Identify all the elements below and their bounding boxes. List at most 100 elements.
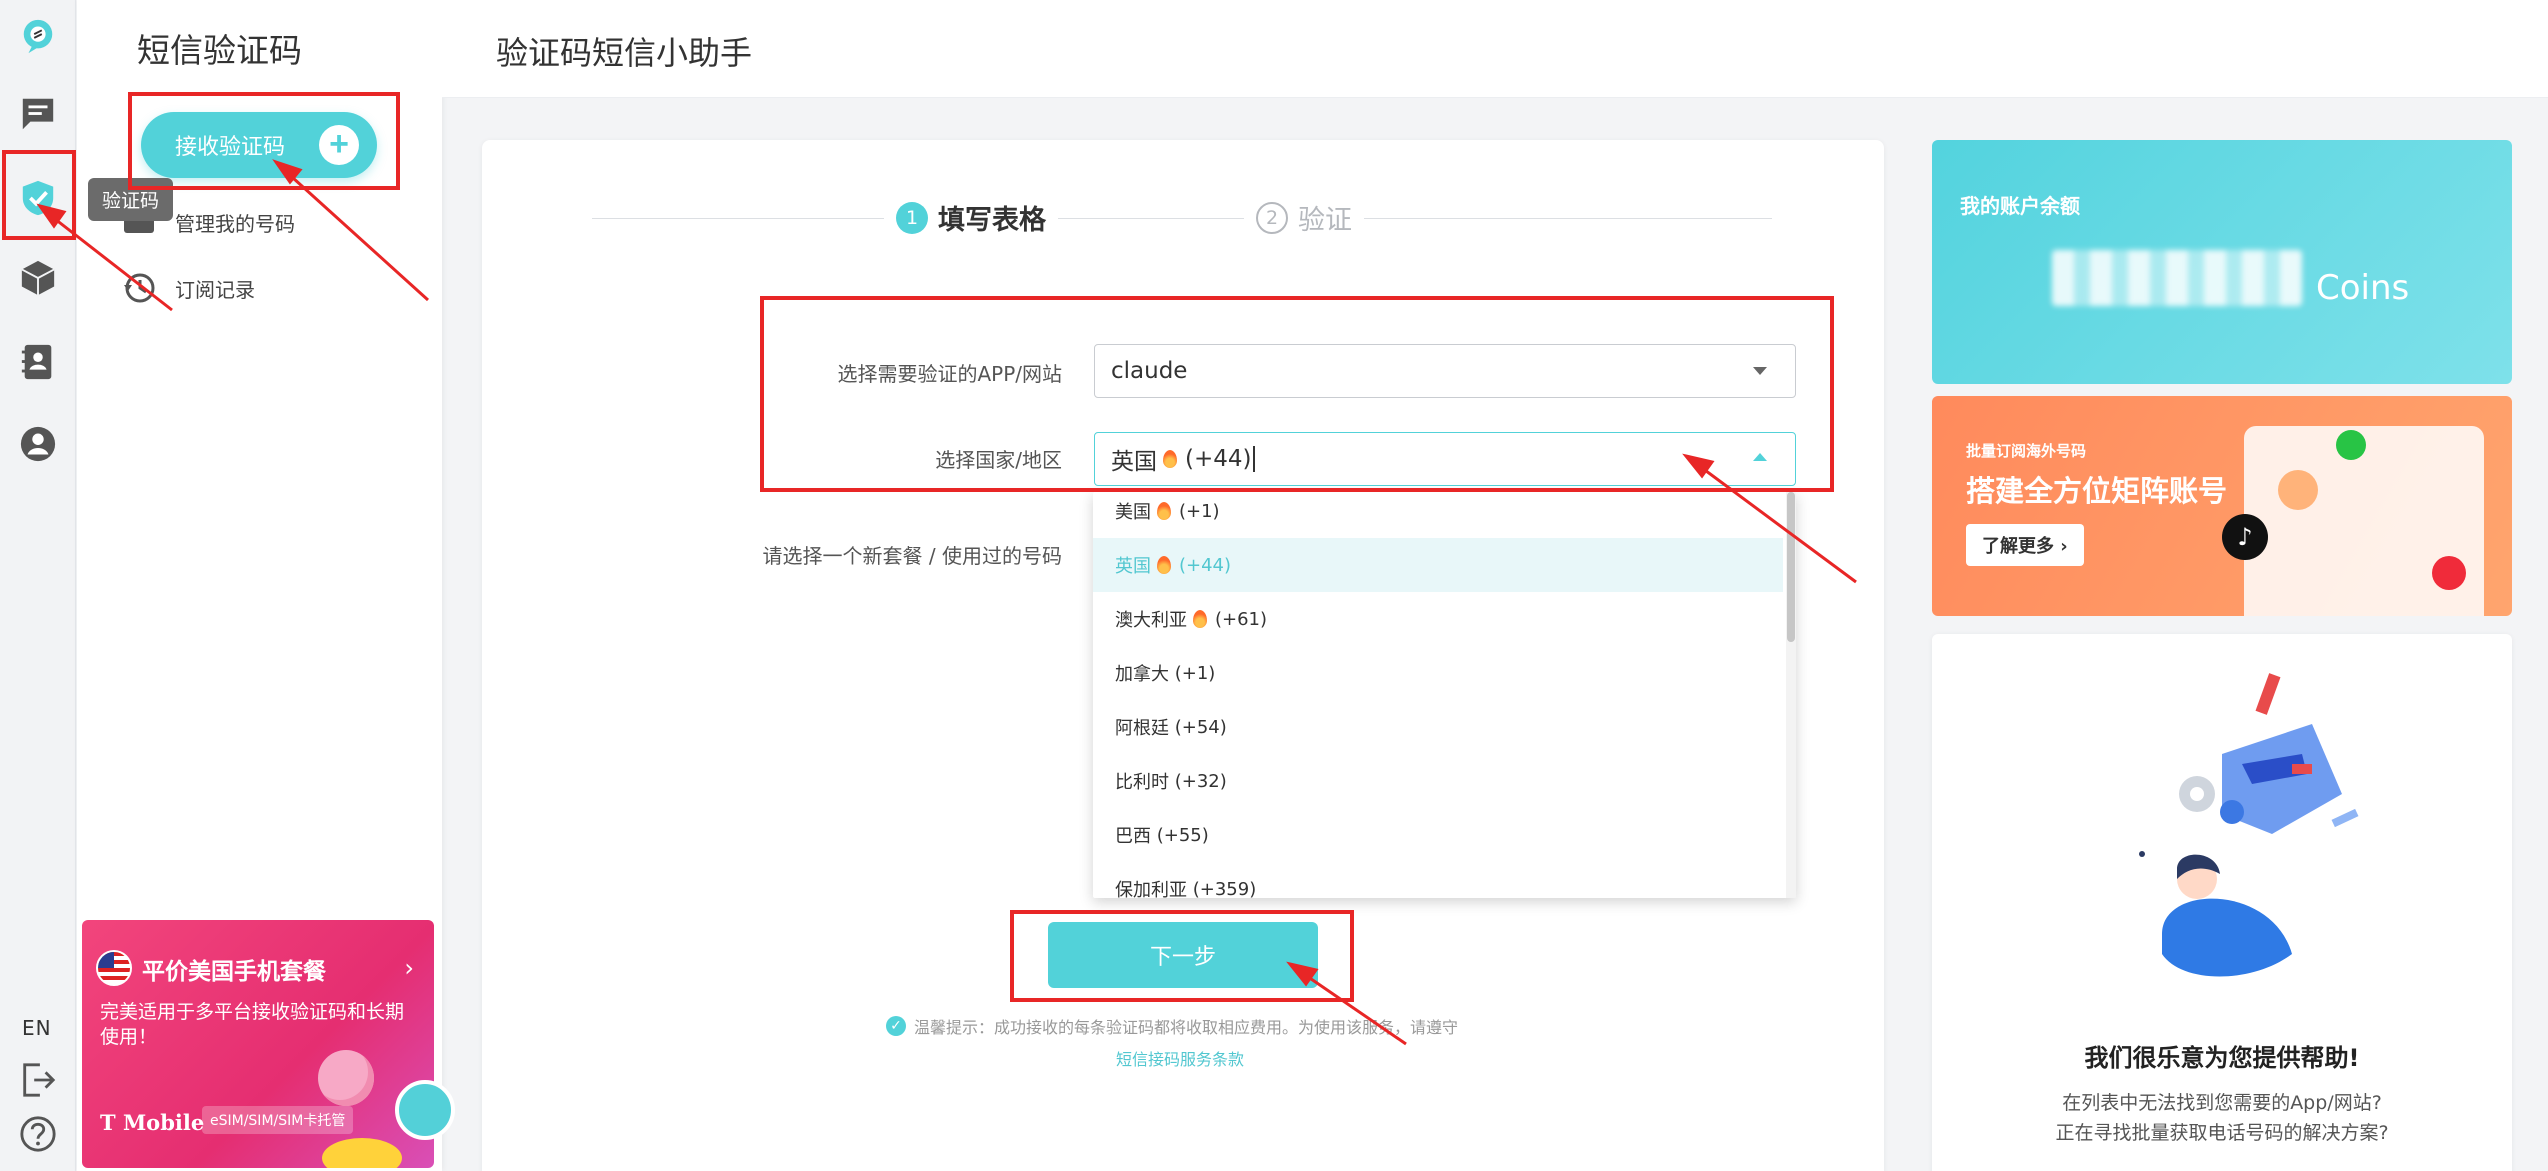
contacts-icon[interactable] xyxy=(18,342,58,382)
plan-label: 请选择一个新套餐 / 使用过的号码 xyxy=(762,544,1062,568)
logout-icon[interactable] xyxy=(18,1060,58,1100)
dropdown-option[interactable]: 巴西 (+55) xyxy=(1093,808,1783,862)
language-switch[interactable]: EN xyxy=(22,1016,52,1040)
xiaohongshu-icon xyxy=(2432,556,2466,590)
sidebar-title: 短信验证码 xyxy=(137,31,302,70)
icon-rail: EN xyxy=(0,0,76,1171)
step-label: 验证 xyxy=(1298,205,1352,236)
page-header: 验证码短信小助手 xyxy=(442,0,2548,98)
country-select[interactable]: 英国 (+44) xyxy=(1094,432,1796,486)
fire-icon xyxy=(1193,610,1207,628)
option-code: (+359) xyxy=(1192,878,1257,899)
step-verify: 2 验证 xyxy=(1244,198,1364,237)
terms-link[interactable]: 短信接码服务条款 xyxy=(1116,1046,1244,1070)
balance-card: 我的账户余额 Coins xyxy=(1932,140,2512,384)
support-illustration-icon xyxy=(2139,673,2359,977)
chevron-right-icon: › xyxy=(404,954,414,982)
history-icon xyxy=(121,270,157,306)
promo-banner[interactable]: 平价美国手机套餐 › 完美适用于多平台接收验证码和长期使用！ T Mobile … xyxy=(82,920,434,1168)
option-name: 英国 xyxy=(1115,556,1151,577)
country-select-label: 选择国家/地区 xyxy=(935,448,1062,472)
coin-icon xyxy=(322,1138,402,1168)
secondary-sidebar: 短信验证码 接收验证码 + 管理我的号码 订阅记录 平价美国手机套餐 › 完美适… xyxy=(77,0,455,1171)
caret-up-icon xyxy=(1753,453,1767,461)
user-account-icon[interactable] xyxy=(18,424,58,464)
verify-shield-icon[interactable] xyxy=(18,178,58,218)
dropdown-option[interactable]: 比利时 (+32) xyxy=(1093,754,1783,808)
page-title: 验证码短信小助手 xyxy=(496,34,753,72)
option-name: 保加利亚 xyxy=(1115,880,1187,898)
text-cursor xyxy=(1253,446,1256,472)
box-icon[interactable] xyxy=(18,258,58,298)
dropdown-option-selected[interactable]: 英国 (+44) xyxy=(1093,538,1783,592)
balance-amount-blurred xyxy=(2052,250,2302,306)
help-icon[interactable] xyxy=(18,1114,58,1154)
country-select-code: (+44) xyxy=(1185,446,1252,472)
message-icon[interactable] xyxy=(18,94,58,134)
dropdown-option[interactable]: 加拿大 (+1) xyxy=(1093,646,1783,700)
app-logo-icon[interactable] xyxy=(18,16,58,56)
bulk-subscribe-ad[interactable]: 批量订阅海外号码 搭建全方位矩阵账号 了解更多 › ♪ xyxy=(1932,396,2512,616)
promo-title: 平价美国手机套餐 xyxy=(142,959,326,985)
fee-hint-text: 温馨提示：成功接收的每条验证码都将收取相应费用。为使用该服务，请遵守 xyxy=(914,1018,1459,1037)
help-card: 我们很乐意为您提供帮助! 在列表中无法找到您需要的App/网站? 正在寻找批量获… xyxy=(1932,634,2512,1171)
app-select-label: 选择需要验证的APP/网站 xyxy=(837,362,1062,386)
dropdown-scrollbar[interactable] xyxy=(1786,492,1796,898)
receive-code-label: 接收验证码 xyxy=(175,134,286,159)
option-name: 加拿大 xyxy=(1115,664,1169,685)
option-name: 阿根廷 xyxy=(1115,718,1169,739)
option-code: (+44) xyxy=(1179,554,1232,576)
option-code: (+1) xyxy=(1174,662,1216,684)
dropdown-option[interactable]: 保加利亚 (+359) xyxy=(1093,862,1783,899)
promo-text: 完美适用于多平台接收验证码和长期使用！ xyxy=(100,1001,405,1048)
ad-subtitle: 批量订阅海外号码 xyxy=(1966,442,2087,460)
option-code: (+54) xyxy=(1174,716,1227,738)
dropdown-option[interactable]: 阿根廷 (+54) xyxy=(1093,700,1783,754)
sidebar-item-subscriptions[interactable]: 订阅记录 xyxy=(121,270,255,306)
check-circle-icon: ✓ xyxy=(886,1016,906,1036)
phone-call-icon[interactable] xyxy=(395,1080,455,1140)
avatar-icon xyxy=(2278,470,2318,510)
step-number: 1 xyxy=(896,201,928,234)
learn-more-button[interactable]: 了解更多 › xyxy=(1966,524,2084,566)
promo-tag: eSIM/SIM/SIM卡托管 xyxy=(202,1106,354,1134)
fee-hint: ✓ 温馨提示：成功接收的每条验证码都将收取相应费用。为使用该服务，请遵守 xyxy=(886,1014,1458,1038)
country-dropdown[interactable]: 美国 (+1) 英国 (+44) 澳大利亚 (+61) 加拿大 (+1) 阿根廷 (+… xyxy=(1093,492,1796,898)
receive-code-button[interactable]: 接收验证码 + xyxy=(141,112,377,178)
app-select[interactable]: claude xyxy=(1094,344,1796,398)
sidebar-item-label: 订阅记录 xyxy=(175,277,255,302)
dropdown-option[interactable]: 美国 (+1) xyxy=(1093,492,1783,538)
option-name: 巴西 xyxy=(1115,826,1151,847)
caret-down-icon xyxy=(1753,367,1767,375)
fire-icon xyxy=(1157,556,1171,574)
stepper: 1 填写表格 2 验证 xyxy=(592,198,1772,238)
option-name: 澳大利亚 xyxy=(1115,610,1187,631)
step-number: 2 xyxy=(1256,201,1288,234)
promo-brand: T Mobile xyxy=(100,1110,205,1135)
app-select-value: claude xyxy=(1111,358,1188,384)
next-step-button[interactable]: 下一步 xyxy=(1048,922,1318,988)
option-code: (+1) xyxy=(1179,500,1220,522)
option-code: (+61) xyxy=(1215,608,1268,630)
ad-title: 搭建全方位矩阵账号 xyxy=(1966,474,2228,508)
help-line-1: 在列表中无法找到您需要的App/网站? xyxy=(2062,1092,2382,1114)
dropdown-option[interactable]: 澳大利亚 (+61) xyxy=(1093,592,1783,646)
chat-bubble-icon xyxy=(318,1050,374,1106)
wechat-icon xyxy=(2336,430,2366,460)
option-name: 比利时 xyxy=(1115,772,1169,793)
sidebar-item-label: 管理我的号码 xyxy=(175,211,295,236)
balance-label: 我的账户余额 xyxy=(1960,194,2080,218)
learn-more-label: 了解更多 xyxy=(1982,536,2054,557)
scrollbar-thumb[interactable] xyxy=(1787,492,1795,642)
plus-icon: + xyxy=(319,125,359,165)
tiktok-icon: ♪ xyxy=(2222,514,2268,560)
country-select-name: 英国 xyxy=(1111,449,1157,475)
fire-icon xyxy=(1163,450,1177,468)
help-title: 我们很乐意为您提供帮助! xyxy=(2084,1044,2360,1072)
step-fill-form: 1 填写表格 xyxy=(884,198,1058,237)
option-code: (+55) xyxy=(1156,824,1209,846)
option-code: (+32) xyxy=(1174,770,1227,792)
stepper-line xyxy=(592,218,1772,219)
balance-unit: Coins xyxy=(2316,268,2410,308)
fire-icon xyxy=(1157,502,1171,520)
